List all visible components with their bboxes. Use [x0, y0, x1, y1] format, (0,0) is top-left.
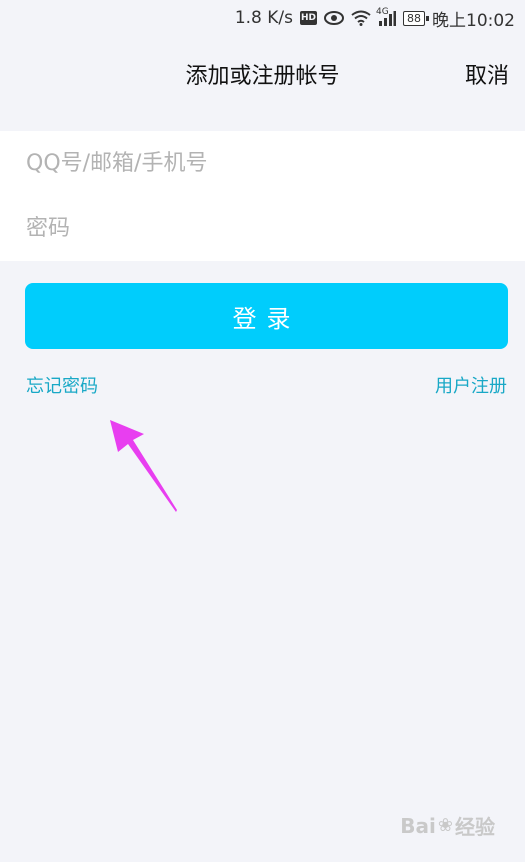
password-input[interactable] — [26, 216, 525, 241]
annotation-arrow-icon — [110, 420, 177, 512]
account-field-row — [0, 131, 525, 196]
register-link[interactable]: 用户注册 — [435, 372, 507, 398]
watermark-right: 经验 — [455, 815, 495, 839]
network-speed: 1.8 K/s — [234, 8, 293, 28]
watermark-left: Bai — [400, 813, 436, 838]
paw-icon: ❀ — [437, 815, 453, 836]
signal-icon: 4G — [376, 7, 396, 26]
battery-icon: 88 — [403, 10, 429, 26]
battery-level: 88 — [407, 11, 421, 25]
clock: 晚上10:02 — [432, 10, 515, 31]
wifi-icon — [351, 10, 371, 26]
login-screen: 1.8 K/s HD 4G 88 晚上10:02 添加或注册帐号 取消 登录 忘… — [0, 0, 525, 862]
hd-icon: HD — [300, 11, 317, 25]
cancel-button[interactable]: 取消 — [465, 58, 509, 90]
network-type-label: 4G — [376, 6, 389, 17]
baidu-watermark: Bai ❀ 经验 — [400, 811, 495, 840]
login-button[interactable]: 登录 — [25, 283, 508, 349]
forgot-password-link[interactable]: 忘记密码 — [26, 372, 98, 398]
status-bar: 1.8 K/s HD 4G 88 晚上10:02 — [0, 0, 525, 36]
eye-icon — [324, 11, 344, 25]
nav-bar: 添加或注册帐号 取消 — [0, 36, 525, 110]
login-form — [0, 131, 525, 261]
page-title: 添加或注册帐号 — [185, 64, 340, 89]
password-field-row — [0, 196, 525, 261]
account-input[interactable] — [26, 151, 525, 176]
